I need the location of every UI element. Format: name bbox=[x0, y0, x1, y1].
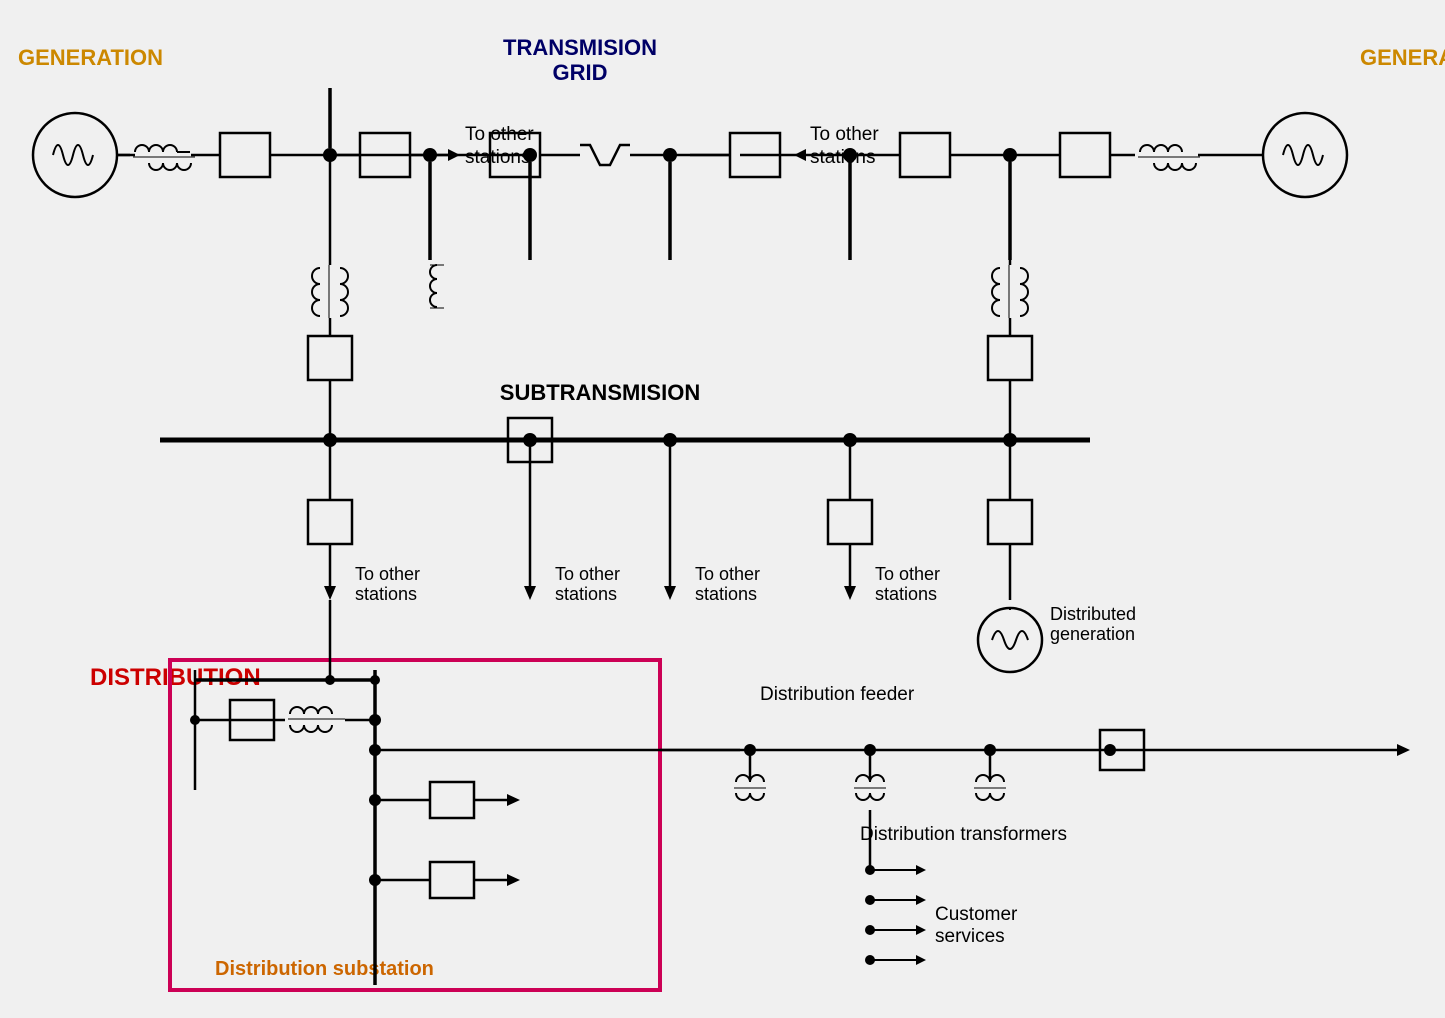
to-other-stations-label-1: To other bbox=[465, 124, 534, 145]
transmission-grid-label2: GRID bbox=[553, 60, 608, 85]
to-other-stations-5: To other bbox=[695, 564, 760, 584]
transmission-grid-label: TRANSMISION bbox=[503, 35, 657, 60]
to-other-stations-3: To other bbox=[355, 564, 420, 584]
subtransmission-label: SUBTRANSMISION bbox=[500, 380, 700, 405]
generation-right-label: GENERATION bbox=[1360, 45, 1445, 70]
customer-services-label2: services bbox=[935, 926, 1005, 947]
distributed-generation-label2: generation bbox=[1050, 624, 1135, 644]
to-other-stations-6b: stations bbox=[875, 584, 937, 604]
to-other-stations-label-2: To other bbox=[810, 124, 879, 145]
distribution-substation-label: Distribution substation bbox=[215, 958, 434, 980]
customer-services-label: Customer bbox=[935, 904, 1018, 925]
to-other-stations-4b: stations bbox=[555, 584, 617, 604]
generation-left-label: GENERATION bbox=[18, 45, 163, 70]
distributed-generation-label: Distributed bbox=[1050, 604, 1136, 624]
to-other-stations-6: To other bbox=[875, 564, 940, 584]
distribution-label: DISTRIBUTION bbox=[90, 664, 261, 691]
to-other-stations-5b: stations bbox=[695, 584, 757, 604]
to-other-stations-3b: stations bbox=[355, 584, 417, 604]
distribution-feeder-label: Distribution feeder bbox=[760, 684, 915, 705]
to-other-stations-label-1b: stations bbox=[465, 147, 530, 168]
distribution-transformers-label: Distribution transformers bbox=[860, 824, 1067, 845]
to-other-stations-label-2b: stations bbox=[810, 147, 875, 168]
to-other-stations-4: To other bbox=[555, 564, 620, 584]
